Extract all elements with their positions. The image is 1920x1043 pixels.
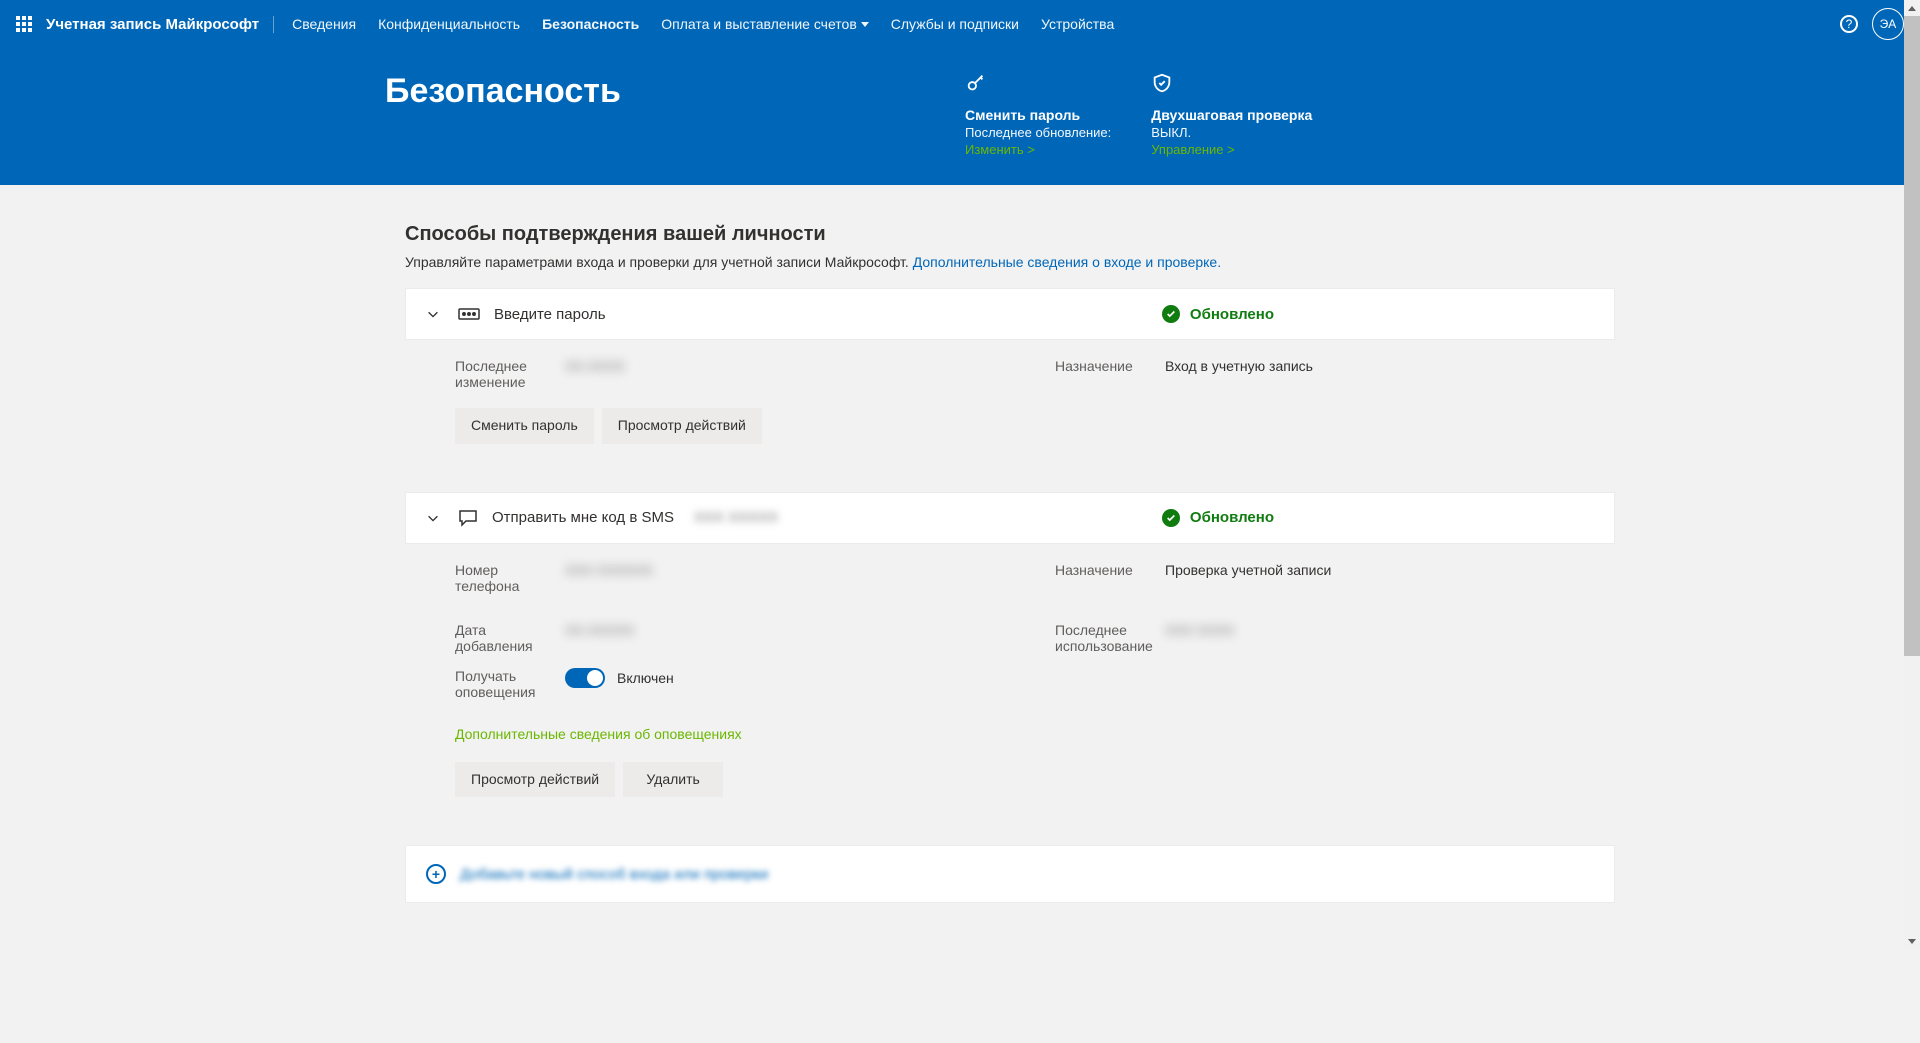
hero-card-title: Двухшаговая проверка (1151, 107, 1312, 123)
page-title: Безопасность (385, 72, 925, 111)
field-label: Назначение (1055, 562, 1145, 578)
status-text: Обновлено (1190, 306, 1274, 323)
field-value: Проверка учетной записи (1165, 562, 1331, 578)
avatar[interactable]: ЭА (1872, 8, 1904, 40)
password-dots-icon (458, 306, 480, 322)
hero-card-link[interactable]: Изменить > (965, 142, 1111, 157)
section-title: Способы подтверждения вашей личности (305, 223, 1615, 246)
top-nav: Сведения Конфиденциальность Безопасность… (292, 16, 1114, 32)
add-new-method-label: Добавьте новый способ входа или проверки (460, 866, 768, 883)
section-desc-text: Управляйте параметрами входа и проверки … (405, 254, 913, 270)
method-header[interactable]: Введите пароль Обновлено (406, 289, 1614, 339)
chat-bubble-icon (458, 509, 478, 527)
method-card-sms: Отправить мне код в SMS XXX XXXXX Обновл… (405, 492, 1615, 544)
method-body-password: Последнее изменение XX.XXXX Назначение В… (405, 340, 1615, 468)
section-description: Управляйте параметрами входа и проверки … (305, 254, 1615, 270)
method-title: Введите пароль (494, 306, 606, 323)
alerts-toggle[interactable] (565, 668, 605, 688)
nav-label: Безопасность (542, 16, 639, 32)
check-circle-icon (1162, 305, 1180, 323)
header-left: Учетная запись Майкрософт Сведения Конфи… (16, 16, 1114, 33)
nav-privacy[interactable]: Конфиденциальность (378, 16, 520, 32)
method-status: Обновлено (1162, 509, 1274, 527)
check-circle-icon (1162, 509, 1180, 527)
view-activity-button[interactable]: Просмотр действий (455, 762, 615, 798)
method-body-sms: Номер телефона XXX XXXXXX Назначение Про… (405, 544, 1615, 822)
field-value: XXX XXXXXX (565, 562, 653, 578)
field-label: Последнее изменение (455, 358, 545, 390)
nav-label: Службы и подписки (891, 16, 1019, 32)
field-value: XX.XXXXX (565, 622, 634, 638)
app-launcher-icon[interactable] (16, 16, 32, 32)
view-activity-button[interactable]: Просмотр действий (602, 408, 762, 444)
method-title: Отправить мне код в SMS (492, 509, 674, 526)
shield-check-icon (1151, 72, 1312, 99)
field-label: Дата добавления (455, 622, 545, 654)
nav-label: Сведения (292, 16, 356, 32)
nav-label: Конфиденциальность (378, 16, 520, 32)
scrollbar-up-button[interactable] (1904, 0, 1920, 16)
hero-card-two-step: Двухшаговая проверка ВЫКЛ. Управление > (1151, 72, 1312, 157)
hero-banner: Безопасность Сменить пароль Последнее об… (0, 48, 1920, 185)
nav-label: Оплата и выставление счетов (661, 16, 857, 32)
toggle-state-label: Включен (617, 670, 674, 686)
global-header: Учетная запись Майкрософт Сведения Конфи… (0, 0, 1920, 48)
alerts-info-link[interactable]: Дополнительные сведения об оповещениях (455, 726, 742, 742)
method-card-password: Введите пароль Обновлено (405, 288, 1615, 340)
add-new-method[interactable]: + Добавьте новый способ входа или провер… (405, 845, 1615, 903)
nav-overview[interactable]: Сведения (292, 16, 356, 32)
chevron-down-icon (426, 511, 440, 525)
chevron-down-icon (861, 22, 869, 27)
field-label: Последнее использование (1055, 622, 1145, 654)
hero-card-sub: ВЫКЛ. (1151, 125, 1312, 140)
method-status: Обновлено (1162, 305, 1274, 323)
hero-card-sub: Последнее обновление: (965, 125, 1111, 140)
hero-card-title: Сменить пароль (965, 107, 1111, 123)
field-label: Получать оповещения (455, 668, 545, 700)
method-header[interactable]: Отправить мне код в SMS XXX XXXXX Обновл… (406, 493, 1614, 543)
chevron-down-icon (426, 307, 440, 321)
scrollbar-thumb[interactable] (1904, 16, 1920, 656)
nav-devices[interactable]: Устройства (1041, 16, 1114, 32)
key-icon (965, 72, 1111, 99)
brand-title[interactable]: Учетная запись Майкрософт (46, 16, 274, 33)
hero-card-link[interactable]: Управление > (1151, 142, 1312, 157)
main-content: Способы подтверждения вашей личности Упр… (285, 185, 1635, 1043)
field-label: Назначение (1055, 358, 1145, 374)
field-value: XX.XXXX (565, 358, 625, 374)
hero-cards: Сменить пароль Последнее обновление: Изм… (965, 72, 1312, 157)
status-text: Обновлено (1190, 509, 1274, 526)
help-icon[interactable]: ? (1840, 15, 1858, 33)
method-phone-masked: XXX XXXXX (694, 509, 778, 526)
section-desc-link[interactable]: Дополнительные сведения о входе и провер… (913, 254, 1221, 270)
button-row: Просмотр действий Удалить (455, 762, 1565, 798)
button-row: Сменить пароль Просмотр действий (455, 408, 1565, 444)
scrollbar[interactable] (1904, 0, 1920, 949)
header-right: ? ЭА (1840, 8, 1904, 40)
nav-payment[interactable]: Оплата и выставление счетов (661, 16, 869, 32)
nav-security[interactable]: Безопасность (542, 16, 639, 32)
scrollbar-down-button[interactable] (1904, 933, 1920, 949)
nav-label: Устройства (1041, 16, 1114, 32)
delete-button[interactable]: Удалить (623, 762, 723, 798)
plus-circle-icon: + (426, 864, 446, 884)
hero-card-change-password: Сменить пароль Последнее обновление: Изм… (965, 72, 1111, 157)
field-value: XXX XXXX (1165, 622, 1234, 638)
nav-services[interactable]: Службы и подписки (891, 16, 1019, 32)
field-label: Номер телефона (455, 562, 545, 594)
field-value: Вход в учетную запись (1165, 358, 1313, 374)
change-password-button[interactable]: Сменить пароль (455, 408, 594, 444)
